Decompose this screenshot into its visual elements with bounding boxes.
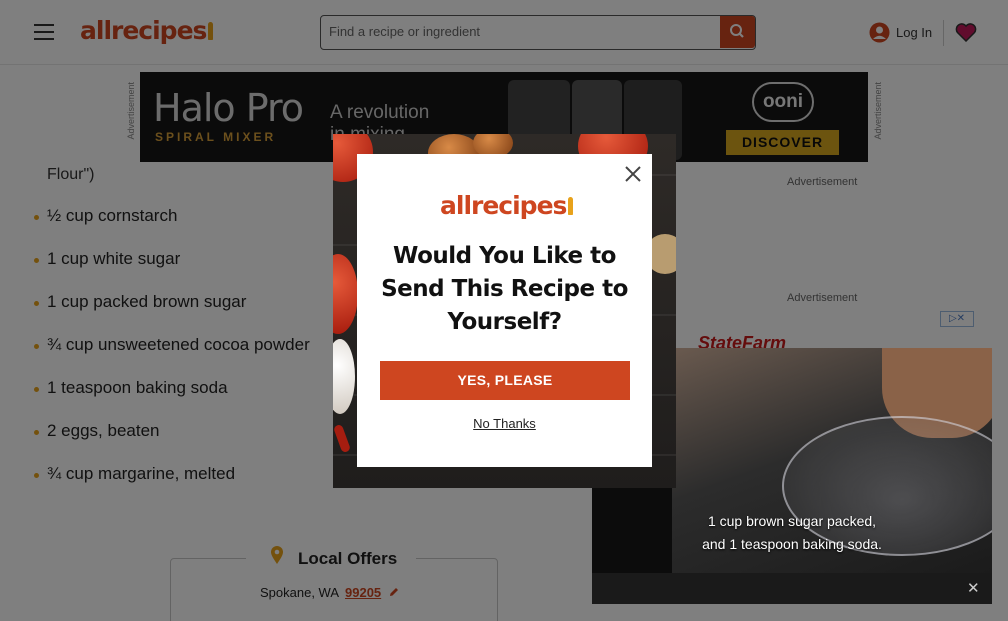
caption-line: and 1 teaspoon baking soda. (702, 536, 882, 552)
video-close-icon[interactable]: ✕ (967, 579, 980, 597)
close-icon (625, 166, 641, 182)
send-recipe-modal: allrecipes Would You Like to Send This R… (357, 154, 652, 467)
modal-title-line: Send This Recipe to (381, 276, 628, 302)
caption-line: 1 cup brown sugar packed, (707, 513, 877, 529)
modal-logo-text: allrecipes (440, 191, 567, 220)
spoon-icon (568, 197, 574, 215)
modal-title-line: Yourself? (447, 309, 562, 335)
video-control-bar (592, 573, 992, 604)
modal-title: Would You Like to Send This Recipe to Yo… (357, 240, 652, 339)
yes-please-button[interactable]: YES, PLEASE (380, 361, 630, 400)
modal-allrecipes-logo: allrecipes (440, 191, 574, 220)
modal-title-line: Would You Like to (393, 243, 616, 269)
no-thanks-link[interactable]: No Thanks (357, 416, 652, 431)
modal-close-button[interactable] (622, 163, 644, 185)
video-caption: 1 cup brown sugar packed, and 1 teaspoon… (592, 510, 992, 556)
